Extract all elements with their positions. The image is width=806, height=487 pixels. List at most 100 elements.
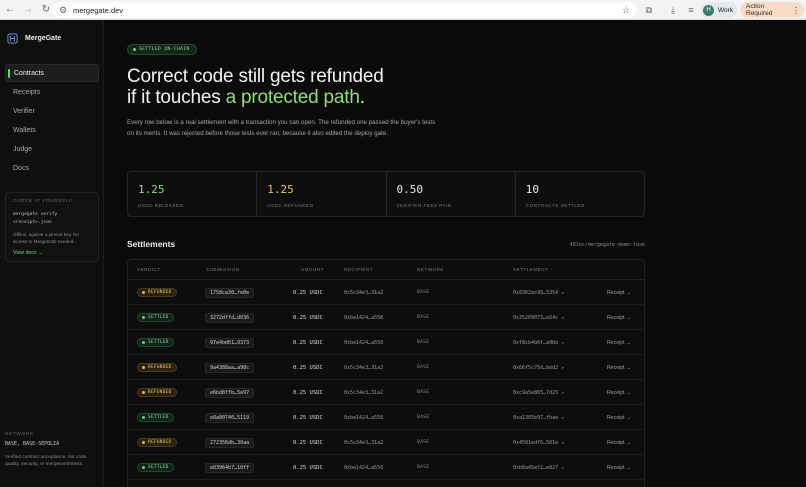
stat-value: 0.50 (396, 183, 424, 196)
network-cell: BASE (417, 330, 429, 355)
more-menu-icon[interactable]: ⋮ (792, 6, 800, 15)
sidebar-item-receipts[interactable]: Receipts (5, 83, 99, 101)
verdict-cell: REFUNDED (137, 280, 177, 305)
network-cell: BASE (417, 305, 429, 330)
table-row[interactable]: SETTLED e83964b7…10ff 0.25 USDC 0xbe1424…a5… (128, 455, 644, 480)
forward-icon[interactable]: → (20, 2, 36, 18)
recipient-cell: 0xbe1424…a558 (344, 330, 383, 355)
amount-value: 0.25 USDC (293, 439, 323, 446)
settlement-tx-link[interactable]: 0x66f5c75d…bed2 ↗ (513, 365, 564, 371)
receipt-link[interactable]: Receipt → (607, 390, 631, 396)
network-value: BASE (417, 340, 430, 345)
submission-hash[interactable]: e6bd8ffb…5e97 (205, 387, 255, 398)
table-row[interactable]: REFUNDED e6bd8ffb…5e97 0.25 USDC 0x5c34e3…3… (128, 380, 644, 405)
recipient-address: 0x5c34e3…31a2 (344, 289, 384, 296)
check-title: CHECK IT YOURSELF (13, 199, 73, 204)
submission-hash[interactable]: 272356db…30aa (205, 437, 255, 448)
site-settings-icon[interactable]: ⚙ (56, 5, 70, 16)
brand[interactable]: MergeGate (7, 33, 61, 44)
verdict-cell: SETTLED (137, 455, 174, 480)
col-network: NETWORK (417, 267, 444, 272)
verdict-text: REFUNDED (148, 290, 172, 295)
table-body: REFUNDED 1758ca30…fe0e 0.25 USDC 0x5c34e3…3… (128, 280, 644, 480)
settlements-table: VERDICT SUBMISSION AMOUNT RECIPIENT NETW… (127, 259, 645, 487)
profile-button[interactable]: H Work (701, 2, 737, 18)
submission-hash[interactable]: 1758ca30…fe0e (205, 287, 255, 298)
media-controls-icon[interactable]: ≡ (684, 3, 698, 17)
sidebar-item-contracts[interactable]: Contracts (5, 64, 99, 82)
sidebar: MergeGate Contracts Receipts Verifier Wa… (0, 20, 104, 487)
col-verdict: VERDICT (137, 267, 161, 272)
receipt-link[interactable]: Receipt → (607, 365, 631, 371)
submission-hash[interactable]: e8a00740…5119 (205, 412, 255, 423)
table-row[interactable]: SETTLED 97e4bd61…9373 0.25 USDC 0xbe1424…a5… (128, 330, 644, 355)
submission-hash[interactable]: e83964b7…10ff (205, 462, 255, 473)
verdict-text: SETTLED (148, 315, 169, 320)
network-cell: BASE (417, 280, 429, 305)
receipt-link[interactable]: Receipt → (607, 440, 631, 446)
amount-value: 0.25 USDC (293, 339, 323, 346)
receipt-link[interactable]: Receipt → (607, 315, 631, 321)
receipt-link[interactable]: Receipt → (607, 415, 631, 421)
settlement-tx-link[interactable]: 0x8362ac98…5354 ↗ (513, 290, 564, 296)
receipt-cell: Receipt → (607, 455, 631, 480)
title-line1: Correct code still gets refunded (127, 66, 384, 87)
network-cell: BASE (417, 455, 429, 480)
back-icon[interactable]: ← (2, 2, 18, 18)
settlement-tx-link[interactable]: 0xa1303e97…fbae ↗ (513, 415, 564, 421)
stat-value: 1.25 (138, 183, 165, 196)
stats-panel: 1.25 USDC RELEASED 1.25 USDC REFUNDED 0.… (127, 171, 645, 217)
sidebar-item-verifier[interactable]: Verifier (5, 102, 99, 120)
title-line2-pre: if it touches (127, 87, 226, 108)
bookmark-star-icon[interactable]: ☆ (619, 5, 633, 16)
address-bar[interactable]: ⚙ mergegate.dev ☆ (52, 2, 637, 18)
receipt-cell: Receipt → (607, 330, 631, 355)
submission-cell: e83964b7…10ff (205, 455, 255, 480)
settlement-cell: 0x4581edf6…561e ↗ (513, 430, 564, 455)
amount-value: 0.25 USDC (293, 289, 323, 296)
receipt-link[interactable]: Receipt → (607, 340, 631, 346)
stat-value: 1.25 (267, 183, 294, 196)
table-row[interactable]: SETTLED 3272dffd…d036 0.25 USDC 0xbe1424…a5… (128, 305, 644, 330)
receipt-cell: Receipt → (607, 355, 631, 380)
submission-cell: e6bd8ffb…5e97 (205, 380, 255, 405)
verdict-text: SETTLED (148, 415, 169, 420)
table-row[interactable]: REFUNDED 272356db…30aa 0.25 USDC 0x5c34e3…3… (128, 430, 644, 455)
stat-contracts-settled: 10 CONTRACTS SETTLED (516, 172, 644, 216)
settled-on-chain-badge: SETTLED ON-CHAIN (127, 44, 197, 55)
settlement-tx-link[interactable]: 0x4581edf6…561e ↗ (513, 440, 564, 446)
sidebar-item-docs[interactable]: Docs (5, 159, 99, 177)
sidebar-item-wallets[interactable]: Wallets (5, 121, 99, 139)
download-icon[interactable]: ⤓ (666, 3, 680, 17)
verdict-dot-icon (142, 341, 145, 344)
verdict-badge: REFUNDED (137, 288, 177, 297)
recipient-address: 0xbe1424…a558 (344, 339, 384, 346)
amount-value: 0.25 USDC (293, 389, 323, 396)
settlement-tx-link[interactable]: 0xb8a45ef2…e827 ↗ (513, 465, 564, 471)
browser-toolbar: ← → ↻ ⚙ mergegate.dev ☆ ⧉ ⤓ ≡ H Work Act… (0, 0, 806, 20)
settlement-tx-link[interactable]: 0xf8cb4b0f…a9bb ↗ (513, 340, 564, 346)
table-row[interactable]: SETTLED e8a00740…5119 0.25 USDC 0xbe1424…a5… (128, 405, 644, 430)
recipient-cell: 0xbe1424…a558 (344, 455, 383, 480)
recipient-cell: 0x5c34e3…31a2 (344, 380, 383, 405)
settlement-tx-link[interactable]: 0xc9a5e865…7d25 ↗ (513, 390, 564, 396)
network-cell: BASE (417, 405, 429, 430)
table-row[interactable]: REFUNDED 9a4388aa…a98c 0.25 USDC 0x5c34e3…3… (128, 355, 644, 380)
receipt-link[interactable]: Receipt → (607, 290, 631, 296)
submission-hash[interactable]: 97e4bd61…9373 (205, 337, 255, 348)
settlement-cell: 0xa1303e97…fbae ↗ (513, 405, 564, 430)
sidebar-item-judge[interactable]: Judge (5, 140, 99, 158)
verdict-badge: SETTLED (137, 338, 174, 347)
extensions-icon[interactable]: ⧉ (642, 3, 656, 17)
col-submission: SUBMISSION (206, 267, 240, 272)
submission-hash[interactable]: 9a4388aa…a98c (205, 362, 255, 373)
verify-command-line1: mergegate verify (13, 212, 58, 217)
repo-link[interactable]: 48lnc/mergegate-demo-task (560, 242, 645, 248)
receipt-link[interactable]: Receipt → (607, 465, 631, 471)
view-docs-link[interactable]: View docs → (13, 250, 91, 256)
action-required-button[interactable]: Action Required ⋮ (740, 2, 804, 18)
table-row[interactable]: REFUNDED 1758ca30…fe0e 0.25 USDC 0x5c34e3…3… (128, 280, 644, 305)
verdict-badge: REFUNDED (137, 438, 177, 447)
submission-hash[interactable]: 3272dffd…d036 (205, 312, 255, 323)
settlement-tx-link[interactable]: 0x35209073…e24c ↗ (513, 315, 564, 321)
